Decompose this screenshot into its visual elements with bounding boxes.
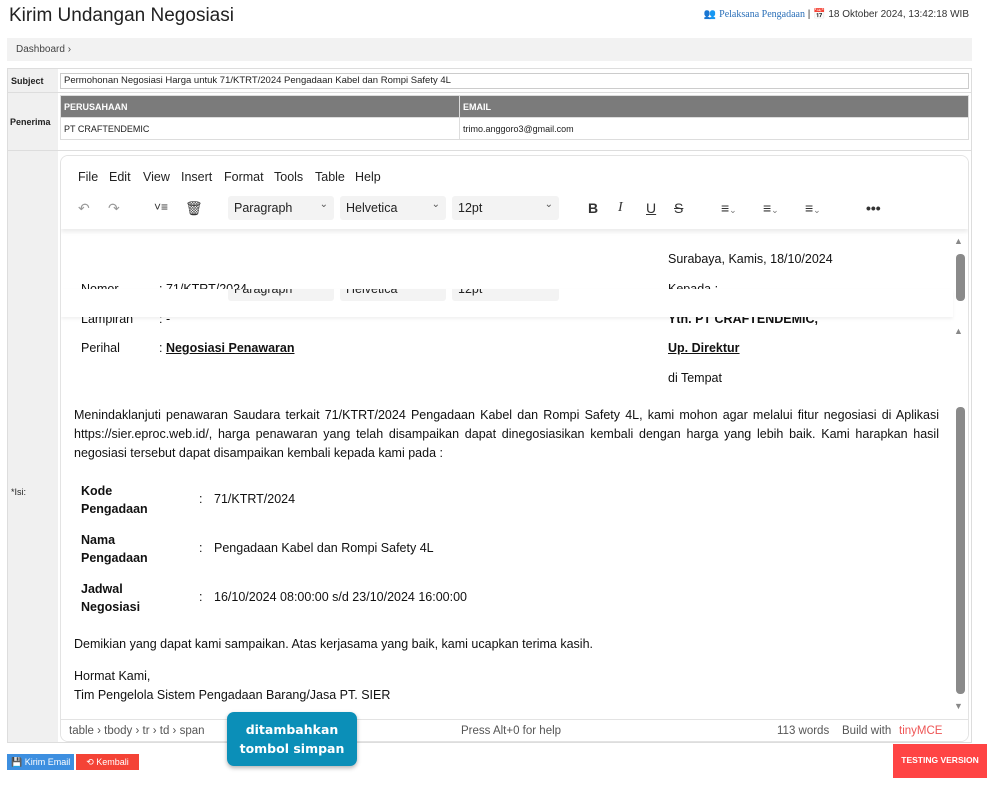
menu-view[interactable]: View [143, 170, 170, 184]
detail-value: Pengadaan Kabel dan Rompi Safety 4L [214, 541, 434, 555]
testing-version-badge: TESTING VERSION [893, 744, 987, 778]
menu-edit[interactable]: Edit [109, 170, 131, 184]
table-row: PT CRAFTENDEMIC trimo.anggoro3@gmail.com [60, 117, 969, 140]
undo-icon: ⟲ [86, 757, 94, 767]
tinymce-logo[interactable]: tinyMCE [899, 725, 942, 737]
regards: Hormat Kami, [74, 669, 151, 683]
scroll-up-arrow-2[interactable]: ▲ [954, 326, 963, 336]
row-divider [7, 150, 972, 151]
email-cell: trimo.anggoro3@gmail.com [459, 117, 969, 140]
scroll-up-arrow[interactable]: ▲ [954, 236, 963, 246]
redo-icon[interactable]: ↷ [108, 200, 120, 217]
subject-input[interactable]: Permohonan Negosiasi Harga untuk 71/KTRT… [60, 73, 969, 89]
perihal-colon: : [159, 341, 166, 355]
block-format-value: Paragraph [234, 201, 293, 215]
menu-help[interactable]: Help [355, 170, 381, 184]
subject-label: Subject [11, 76, 44, 86]
back-label: Kembali [96, 757, 129, 767]
font-family-value: Helvetica [346, 201, 398, 215]
closing-text: Demikian yang dapat kami sampaikan. Atas… [74, 637, 594, 651]
recipient-table: PERUSAHAAN EMAIL PT CRAFTENDEMIC trimo.ang… [60, 95, 969, 140]
body-paragraph: Menindaklanjuti penawaran Saudara terkai… [74, 408, 939, 460]
word-count[interactable]: 113 words [777, 725, 829, 737]
editor-toolbar: File Edit View Insert Format Tools Table… [61, 156, 968, 229]
underline-icon[interactable]: U [646, 200, 656, 216]
element-path[interactable]: table › tbody › tr › td › span [69, 725, 205, 737]
send-email-label: Kirim Email [24, 757, 71, 767]
menu-tools[interactable]: Tools [274, 170, 303, 184]
rich-text-editor[interactable]: Nomor : 71/KTRT/2024 Surabaya, Kamis, 18… [60, 155, 969, 742]
up-direktur: Up. Direktur [668, 341, 740, 355]
menu-insert[interactable]: Insert [181, 170, 212, 184]
place-date: Surabaya, Kamis, 18/10/2024 [668, 252, 833, 266]
breadcrumb: Dashboard › [7, 38, 972, 61]
detail-colon: : [199, 541, 203, 555]
scrollbar-thumb[interactable] [956, 407, 965, 694]
back-button[interactable]: ⟲ Kembali [76, 754, 139, 770]
save-icon: 💾 [11, 757, 23, 767]
chevron-down-icon: ⌄ [544, 199, 553, 210]
calendar-icon: 📅 [813, 9, 826, 20]
datetime: 18 Oktober 2024, 13:42:18 WIB [828, 9, 969, 20]
more-icon[interactable]: ••• [866, 200, 881, 216]
menu-format[interactable]: Format [224, 170, 264, 184]
users-icon: 👥 [703, 9, 717, 20]
detail-value: 71/KTRT/2024 [214, 492, 296, 506]
company-cell: PT CRAFTENDEMIC [60, 117, 460, 140]
user-info: 👥 Pelaksana Pengadaan | 📅 18 Oktober 202… [703, 9, 969, 20]
di-tempat: di Tempat [668, 371, 722, 385]
annotation-tooltip: ditambahkan tombol simpan [227, 712, 357, 766]
bold-icon[interactable]: B [588, 200, 598, 216]
detail-value: 16/10/2024 08:00:00 s/d 23/10/2024 16:00… [214, 590, 468, 604]
trash-icon[interactable]: 🗑 [185, 200, 203, 217]
isi-label: *Isi: [11, 487, 27, 497]
perihal-line: : Negosiasi Penawaran [159, 341, 294, 355]
bullet-list-icon[interactable]: ≡⌄ [805, 200, 821, 216]
perihal-value: Negosiasi Penawaran [165, 341, 295, 355]
build-with: Build with [842, 725, 892, 737]
font-family-select[interactable]: Helvetica ⌄ [340, 196, 446, 220]
detail-label: Kode Pengadaan [81, 484, 148, 516]
numbered-list-icon[interactable]: ≡⌄ [763, 200, 779, 216]
send-email-button[interactable]: 💾 Kirim Email [7, 754, 75, 770]
detail-label: Jadwal Negosiasi [81, 582, 141, 614]
col-perusahaan: PERUSAHAAN [60, 95, 460, 118]
block-format-select[interactable]: Paragraph ⌄ [228, 196, 334, 220]
undo-icon[interactable]: ↶ [78, 200, 90, 217]
penerima-label: Penerima [10, 117, 51, 127]
align-icon[interactable]: ≡⌄ [721, 200, 737, 216]
ghost-font-select: Helvetica [340, 289, 446, 301]
chevron-down-icon: ⌄ [431, 199, 440, 210]
font-size-value: 12pt [458, 201, 483, 215]
menu-file[interactable]: File [78, 170, 98, 184]
editor-statusbar: table › tbody › tr › td › span Press Alt… [61, 719, 968, 741]
font-size-select[interactable]: 12pt ⌄ [452, 196, 559, 220]
scrollbar-thumb-top[interactable] [956, 254, 965, 301]
perihal-label: Perihal [81, 341, 120, 355]
page-title: Kirim Undangan Negosiasi [9, 5, 234, 26]
chevron-down-icon: ⌄ [319, 199, 328, 210]
detail-colon: : [199, 492, 203, 506]
scroll-down-arrow[interactable]: ▼ [954, 701, 963, 711]
signer: Tim Pengelola Sistem Pengadaan Barang/Ja… [74, 688, 391, 702]
ghost-block-select: Paragraph [228, 289, 334, 301]
italic-icon[interactable]: I [618, 200, 623, 216]
ghost-toolbar: Paragraph Helvetica 12pt [61, 289, 953, 317]
col-email: EMAIL [459, 95, 969, 118]
help-hint: Press Alt+0 for help [461, 725, 562, 737]
breadcrumb-separator: › [67, 44, 72, 55]
detail-label: Nama Pengadaan [81, 533, 148, 565]
ghost-size-select: 12pt [452, 289, 559, 301]
menu-table[interactable]: Table [315, 170, 345, 184]
breadcrumb-dashboard[interactable]: Dashboard [16, 44, 65, 55]
format-list-icon[interactable]: ˅≡ [154, 200, 168, 214]
row-divider [7, 92, 972, 93]
detail-colon: : [199, 590, 203, 604]
strikethrough-icon[interactable]: S [674, 200, 683, 216]
user-role-link[interactable]: Pelaksana Pengadaan [719, 9, 805, 20]
